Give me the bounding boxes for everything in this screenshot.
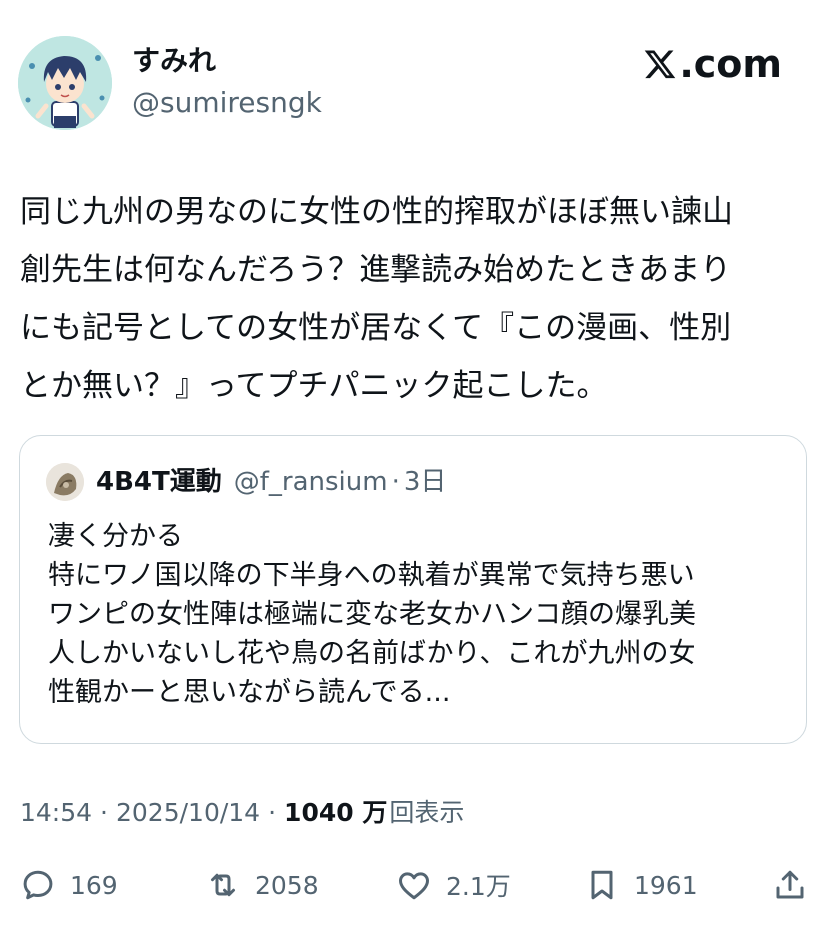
quoted-timestamp[interactable]: 3日 [404,464,447,500]
bookmark-count: 1961 [634,870,698,900]
tweet-date[interactable]: 2025/10/14 [116,795,260,831]
quoted-header: 4B4T運動 @f_ransium · 3日 [96,464,446,500]
tweet-line: 同じ九州の男なのに女性の性的搾取がほぼ無い諫山 [20,194,733,230]
avatar-illustration [18,36,112,130]
share-button[interactable] [772,862,808,908]
meta-separator: · [100,798,108,827]
tweet-time[interactable]: 14:54 [20,795,92,831]
author-avatar[interactable] [18,36,112,130]
author-name[interactable]: すみれ [132,44,216,78]
bookmark-icon [591,870,613,900]
quoted-line: ワンピの女性陣は極端に変な老女かハンコ顔の爆乳美 [48,599,696,630]
quoted-line: 特にワノ国以降の下半身への執着が異常で気持ち悪い [48,560,695,591]
quoted-tweet[interactable]: 4B4T運動 @f_ransium · 3日 凄く分かる特にワノ国以降の下半身へ… [19,435,807,744]
views-unit: 万 [362,798,388,827]
tweet-line: にも記号としての女性が居なくて『この漫画、性別 [20,310,732,346]
x-logo-icon [645,50,676,79]
views-count[interactable]: 1040 万 [284,795,387,831]
reply-count: 169 [70,870,118,900]
action-bar: 169 2058 2.1万 1961 [0,862,828,908]
tweet-line: 創先生は何なんだろう？進撃読み始めたときあまり [20,252,732,288]
tweet-text: 同じ九州の男なのに女性の性的搾取がほぼ無い諫山 創先生は何なんだろう？進撃読み始め… [20,183,810,415]
quoted-separator: · [391,467,400,497]
retweet-count: 2058 [255,870,319,900]
meta-separator: · [268,798,277,827]
views-number: 1040 [284,798,354,827]
reply-button[interactable]: 169 [20,862,118,908]
share-icon [776,870,804,899]
brand-label: .com [679,42,782,86]
quoted-avatar-image [46,463,84,501]
retweet-icon [211,873,235,897]
brand-watermark: .com [643,42,782,86]
tweet-meta: 14:54 · 2025/10/14 · 1040 万 回表示 [20,795,464,831]
tweet-line: とか無い？』ってプチパニック起こした。 [20,368,608,404]
author-handle[interactable]: @sumiresngk [132,86,322,120]
quoted-author-name[interactable]: 4B4T運動 [96,464,222,500]
views-label: 回表示 [389,798,465,827]
quoted-author-handle[interactable]: @f_ransium [234,464,388,500]
quoted-avatar[interactable] [46,463,84,501]
like-icon [399,872,429,900]
quoted-line: 人しかいないし花や鳥の名前ばかり、これが九州の女 [48,638,696,669]
quoted-line: 凄く分かる [48,521,183,552]
bookmark-button[interactable]: 1961 [584,862,698,908]
like-count: 2.1万 [446,872,511,901]
retweet-button[interactable]: 2058 [205,862,319,908]
like-button[interactable]: 2.1万 [396,862,511,908]
quoted-text: 凄く分かる特にワノ国以降の下半身への執着が異常で気持ち悪い ワンピの女性陣は極端に… [48,517,788,712]
reply-icon [23,870,53,900]
quoted-line: 性観かーと思いながら読んでる... [48,677,451,708]
